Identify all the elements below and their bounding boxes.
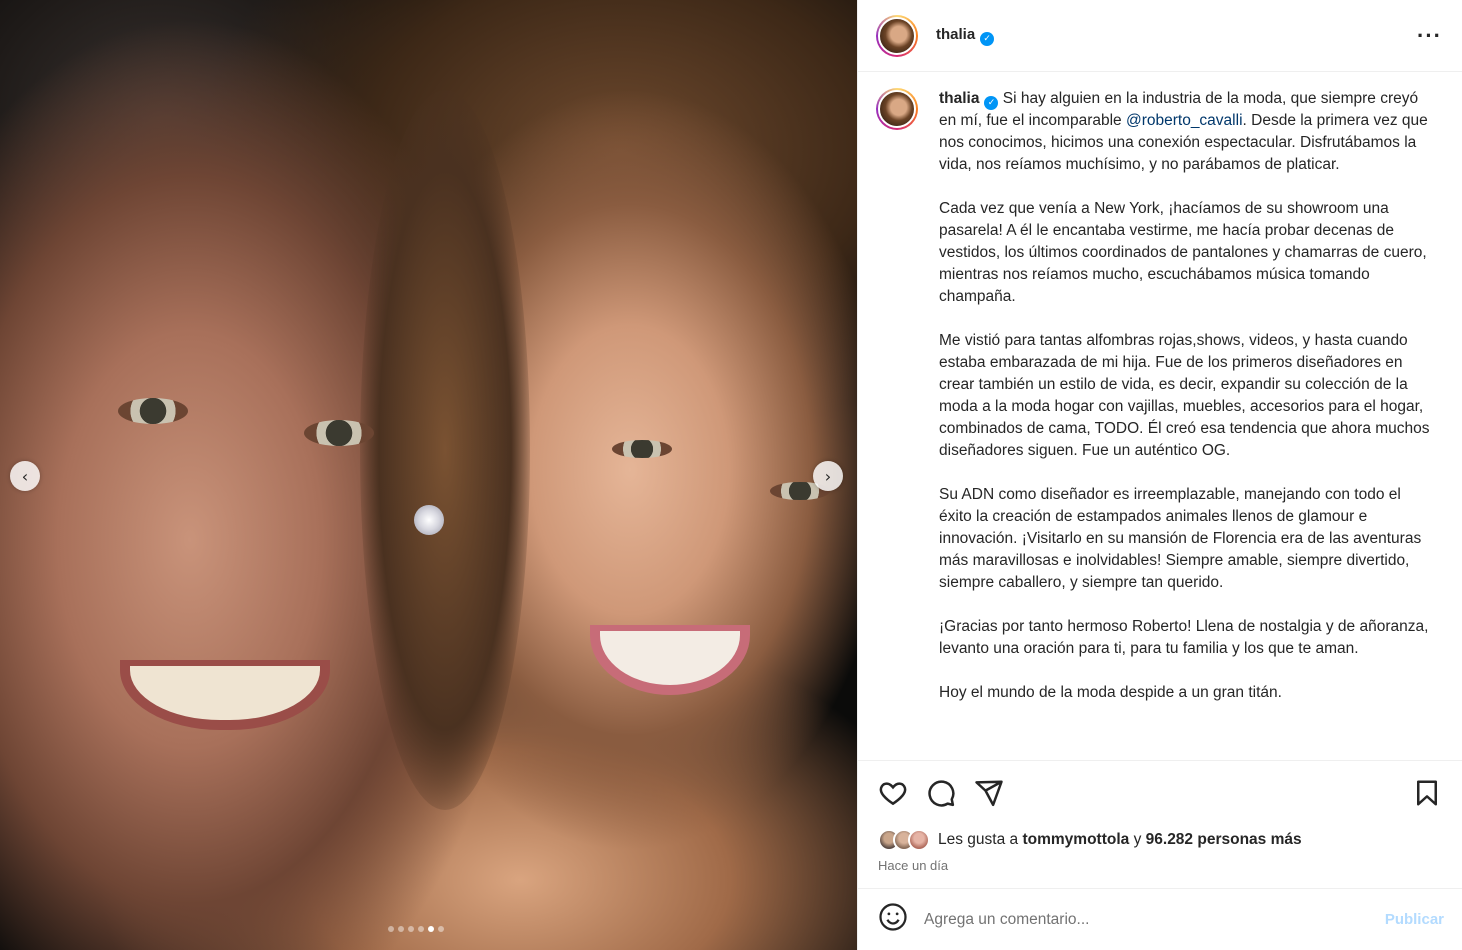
publish-button[interactable]: Publicar bbox=[1385, 911, 1444, 928]
photo-earring bbox=[414, 505, 444, 535]
comment-icon[interactable] bbox=[926, 778, 956, 808]
caption-author-avatar[interactable] bbox=[876, 88, 918, 130]
caption-paragraph-2: Cada vez que venía a New York, ¡hacíamos… bbox=[939, 200, 1427, 305]
author-username[interactable]: thalia ✓ bbox=[936, 26, 995, 46]
likes-prefix: Les gusta a bbox=[938, 831, 1019, 848]
carousel-prev-button[interactable]: ‹ bbox=[10, 461, 40, 491]
caption-mention-link[interactable]: @roberto_cavalli bbox=[1126, 112, 1243, 129]
liker-avatar bbox=[908, 829, 930, 851]
chevron-left-icon: ‹ bbox=[21, 466, 29, 486]
likes-user-link[interactable]: tommymottola bbox=[1022, 831, 1129, 849]
emoji-icon[interactable] bbox=[878, 902, 908, 937]
carousel-dot bbox=[388, 926, 394, 932]
post-header: thalia ✓ ··· bbox=[858, 0, 1462, 72]
comment-input[interactable] bbox=[924, 910, 1385, 929]
carousel-dot bbox=[438, 926, 444, 932]
post-timestamp[interactable]: Hace un día bbox=[878, 858, 1442, 873]
verified-badge-icon: ✓ bbox=[984, 96, 999, 110]
carousel-dot bbox=[408, 926, 414, 932]
caption-text: thalia ✓ Si hay alguien en la industria d… bbox=[939, 88, 1432, 760]
likes-count[interactable]: 96.282 personas más bbox=[1146, 831, 1302, 849]
caption-username[interactable]: thalia bbox=[939, 90, 979, 107]
carousel-dots bbox=[388, 926, 444, 932]
caption-paragraph-3: Me vistió para tantas alfombras rojas,sh… bbox=[939, 332, 1430, 459]
author-avatar[interactable] bbox=[876, 14, 918, 57]
liker-avatars bbox=[878, 829, 930, 851]
carousel-dot bbox=[398, 926, 404, 932]
caption-paragraph-5: ¡Gracias por tanto hermoso Roberto! Llen… bbox=[939, 618, 1429, 657]
share-icon[interactable] bbox=[974, 778, 1004, 808]
photo-smile-man bbox=[120, 660, 330, 730]
carousel-dot-active bbox=[428, 926, 434, 932]
photo-eye-left bbox=[118, 398, 188, 424]
likes-summary[interactable]: Les gusta a tommymottola y 96.282 person… bbox=[878, 829, 1442, 851]
heart-icon[interactable] bbox=[878, 778, 908, 808]
caption-paragraph-6: Hoy el mundo de la moda despide a un gra… bbox=[939, 684, 1282, 701]
caption-area[interactable]: thalia ✓ Si hay alguien en la industria d… bbox=[858, 72, 1462, 760]
caption-paragraph-4: Su ADN como diseñador es irreemplazable,… bbox=[939, 486, 1422, 591]
photo-eye-woman-left bbox=[612, 440, 672, 458]
photo-eye-right bbox=[304, 420, 374, 446]
post-media-carousel[interactable]: ‹ › bbox=[0, 0, 857, 950]
carousel-next-button[interactable]: › bbox=[813, 461, 843, 491]
verified-badge-icon: ✓ bbox=[980, 31, 995, 46]
action-icon-row bbox=[878, 777, 1442, 809]
likes-middle: y bbox=[1133, 831, 1142, 848]
post-actions: Les gusta a tommymottola y 96.282 person… bbox=[858, 760, 1462, 873]
more-options-icon[interactable]: ··· bbox=[1417, 24, 1442, 47]
chevron-right-icon: › bbox=[824, 466, 832, 486]
bookmark-icon[interactable] bbox=[1412, 778, 1442, 808]
photo-smile-woman bbox=[590, 625, 750, 695]
carousel-dot bbox=[418, 926, 424, 932]
post-side-panel: thalia ✓ ··· thalia ✓ Si hay alguien en la… bbox=[857, 0, 1462, 950]
photo-hair-shading bbox=[360, 90, 530, 810]
comment-bar: Publicar bbox=[858, 888, 1462, 950]
